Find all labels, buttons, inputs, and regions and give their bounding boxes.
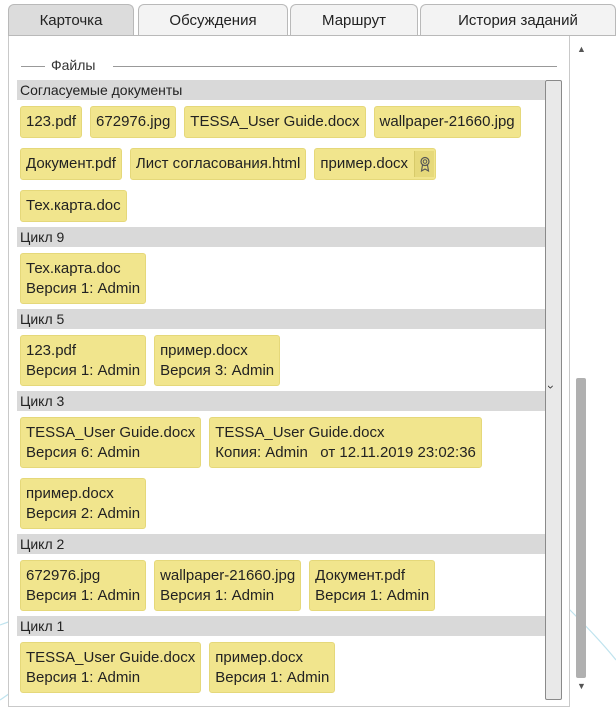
file-name: пример.docx xyxy=(26,484,114,502)
tab-route[interactable]: Маршрут xyxy=(290,4,418,36)
file-chip[interactable]: Лист согласования.html xyxy=(129,148,307,180)
file-chip[interactable]: Тех.карта.doc xyxy=(20,190,127,222)
file-groups: Согласуемые документы 123.pdf 672976.jpg… xyxy=(17,80,545,698)
file-name: TESSA_User Guide.docx xyxy=(190,113,360,130)
scroll-up-icon[interactable]: ▲ xyxy=(577,44,586,54)
file-copy-info: Копия: Admin от 12.11.2019 23:02:36 xyxy=(215,443,476,461)
file-version: Версия 1: Admin xyxy=(215,668,330,686)
file-name: Лист согласования.html xyxy=(135,155,301,172)
group-header: Цикл 2 xyxy=(17,534,545,554)
tab-discussions[interactable]: Обсуждения xyxy=(138,4,288,36)
file-chip[interactable]: пример.docx Версия 3: Admin xyxy=(154,335,281,386)
tab-route-label: Маршрут xyxy=(322,12,386,29)
file-version: Версия 1: Admin xyxy=(160,586,275,604)
file-name: Тех.карта.doc xyxy=(26,197,121,214)
group-header: Цикл 1 xyxy=(17,616,545,636)
file-name: Документ.pdf xyxy=(26,155,116,172)
file-name: 672976.jpg xyxy=(96,113,171,130)
panel-bottom-border xyxy=(8,706,570,707)
file-chip[interactable]: 672976.jpg Версия 1: Admin xyxy=(20,560,147,611)
page-scrollbar[interactable]: ▲ ▼ xyxy=(570,36,616,706)
file-chip[interactable]: 672976.jpg xyxy=(90,106,177,138)
scroll-down-icon[interactable]: ▼ xyxy=(577,681,586,691)
file-version: Версия 2: Admin xyxy=(26,504,141,522)
certificate-icon[interactable] xyxy=(414,151,435,177)
file-name: TESSA_User Guide.docx xyxy=(26,648,196,666)
file-name: 123.pdf xyxy=(26,341,77,359)
file-version: Версия 3: Admin xyxy=(160,361,275,379)
scrollbar-thumb[interactable] xyxy=(576,378,586,678)
file-name: TESSA_User Guide.docx xyxy=(26,423,196,441)
header-rule-right xyxy=(113,66,557,67)
file-name: wallpaper-21660.jpg xyxy=(160,566,296,584)
file-group: Цикл 2 672976.jpg Версия 1: Admin wallpa… xyxy=(17,534,545,616)
group-files: Тех.карта.doc Версия 1: Admin xyxy=(17,247,545,309)
file-name: Тех.карта.doc xyxy=(26,259,121,277)
chevron-down-icon[interactable]: › xyxy=(544,385,558,389)
file-chip[interactable]: пример.docx Версия 1: Admin xyxy=(209,642,336,693)
tab-bar: Карточка Обсуждения Маршрут История зада… xyxy=(0,0,616,36)
file-chip[interactable]: пример.docx Версия 2: Admin xyxy=(20,478,147,529)
tab-task-history[interactable]: История заданий xyxy=(420,4,616,36)
file-name: пример.docx xyxy=(320,155,409,172)
file-chip[interactable]: TESSA_User Guide.docx Копия: Admin от 12… xyxy=(209,417,482,468)
file-chip[interactable]: wallpaper-21660.jpg xyxy=(373,106,521,138)
file-chip[interactable]: Документ.pdf xyxy=(20,148,122,180)
file-version: Версия 6: Admin xyxy=(26,443,141,461)
tab-card-label: Карточка xyxy=(39,12,103,29)
file-chip[interactable]: TESSA_User Guide.docx Версия 1: Admin xyxy=(20,642,202,693)
file-name: пример.docx xyxy=(160,341,248,359)
group-files: 123.pdf 672976.jpg TESSA_User Guide.docx… xyxy=(17,100,545,227)
files-list: Согласуемые документы 123.pdf 672976.jpg… xyxy=(17,80,570,700)
group-files: 672976.jpg Версия 1: Admin wallpaper-216… xyxy=(17,554,545,616)
tab-task-history-label: История заданий xyxy=(458,12,578,29)
group-header: Согласуемые документы xyxy=(17,80,545,100)
files-section-title: Файлы xyxy=(51,57,96,73)
card-panel: Файлы Согласуемые документы 123.pdf 6729… xyxy=(8,36,570,706)
group-header: Цикл 9 xyxy=(17,227,545,247)
group-header: Цикл 5 xyxy=(17,309,545,329)
file-chip[interactable]: 123.pdf Версия 1: Admin xyxy=(20,335,147,386)
file-name: TESSA_User Guide.docx xyxy=(215,423,385,441)
file-chip[interactable]: wallpaper-21660.jpg Версия 1: Admin xyxy=(154,560,302,611)
file-name: пример.docx xyxy=(215,648,303,666)
file-chip[interactable]: 123.pdf xyxy=(20,106,83,138)
file-version: Версия 1: Admin xyxy=(315,586,430,604)
file-chip[interactable]: пример.docx xyxy=(314,148,437,180)
file-group: Цикл 9 Тех.карта.doc Версия 1: Admin xyxy=(17,227,545,309)
group-files: 123.pdf Версия 1: Admin пример.docx Верс… xyxy=(17,329,545,391)
file-version: Версия 1: Admin xyxy=(26,279,141,297)
file-version: Версия 1: Admin xyxy=(26,668,141,686)
file-version: Версия 1: Admin xyxy=(26,586,141,604)
file-chip[interactable]: TESSA_User Guide.docx Версия 6: Admin xyxy=(20,417,202,468)
tab-discussions-label: Обсуждения xyxy=(169,12,257,29)
file-chip[interactable]: TESSA_User Guide.docx xyxy=(184,106,366,138)
file-name: 672976.jpg xyxy=(26,566,101,584)
file-group: Цикл 1 TESSA_User Guide.docx Версия 1: A… xyxy=(17,616,545,698)
file-chip[interactable]: Тех.карта.doc Версия 1: Admin xyxy=(20,253,147,304)
file-group: Цикл 3 TESSA_User Guide.docx Версия 6: A… xyxy=(17,391,545,534)
group-files: TESSA_User Guide.docx Версия 1: Admin пр… xyxy=(17,636,545,698)
file-version: Версия 1: Admin xyxy=(26,361,141,379)
file-chip[interactable]: Документ.pdf Версия 1: Admin xyxy=(309,560,436,611)
files-scrollbar[interactable]: › xyxy=(544,80,562,700)
file-group: Цикл 5 123.pdf Версия 1: Admin пример.do… xyxy=(17,309,545,391)
tab-card[interactable]: Карточка xyxy=(8,4,134,36)
files-section-header: Файлы xyxy=(9,56,557,76)
group-header: Цикл 3 xyxy=(17,391,545,411)
file-name: wallpaper-21660.jpg xyxy=(379,113,515,130)
file-name: 123.pdf xyxy=(26,113,77,130)
group-files: TESSA_User Guide.docx Версия 6: Admin TE… xyxy=(17,411,545,534)
header-rule-left xyxy=(21,66,45,67)
file-name: Документ.pdf xyxy=(315,566,406,584)
file-group: Согласуемые документы 123.pdf 672976.jpg… xyxy=(17,80,545,227)
